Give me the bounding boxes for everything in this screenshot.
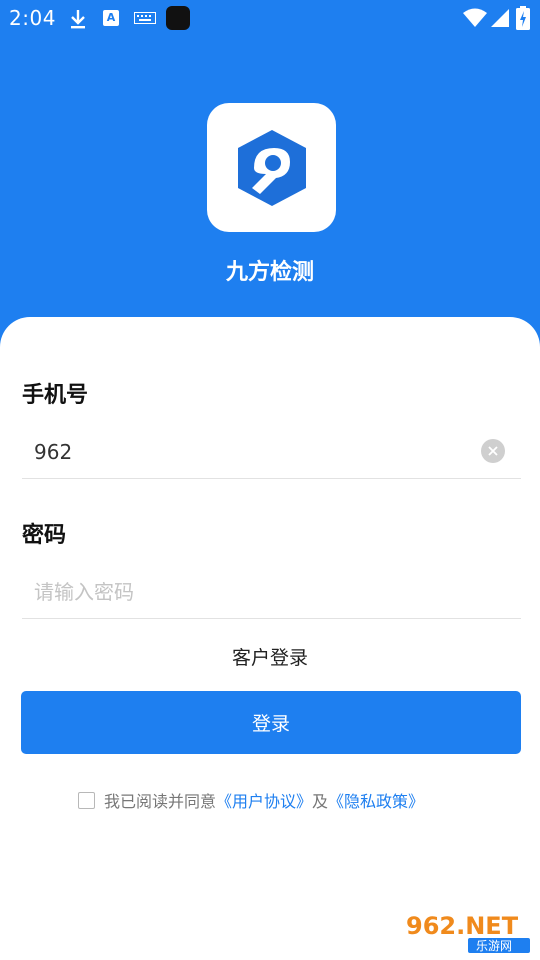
wifi-icon (463, 8, 487, 27)
app-name: 九方检测 (225, 260, 314, 285)
login-sheet (0, 317, 540, 960)
phone-label: 手机号 (22, 383, 89, 408)
privacy-policy-link[interactable]: 《隐私政策》 (328, 788, 424, 812)
agreement-checkbox[interactable] (78, 791, 95, 809)
login-button[interactable]: 登录 (21, 691, 521, 754)
password-label: 密码 (22, 523, 67, 548)
password-input-row (22, 568, 521, 619)
customer-login-link[interactable]: 客户登录 (0, 643, 540, 670)
watermark-top: 962.NET (406, 912, 519, 940)
battery-charging-icon (516, 6, 530, 30)
status-time: 2:04 (9, 6, 56, 30)
nine-hexagon-logo-icon (237, 129, 306, 206)
close-icon (488, 446, 498, 456)
download-icon (71, 10, 85, 29)
keyboard-icon (134, 12, 156, 24)
clear-phone-button[interactable] (481, 439, 505, 463)
watermark-logo: 962.NET 乐游网 (406, 912, 530, 953)
agreement-row: 我已阅读并同意 《用户协议》 及 《隐私政策》 (78, 788, 424, 812)
user-agreement-link[interactable]: 《用户协议》 (216, 788, 312, 812)
a-notification-icon: A (103, 10, 119, 26)
phone-input-row (22, 428, 521, 479)
watermark-bottom: 乐游网 (476, 939, 512, 953)
app-square-icon (166, 6, 190, 30)
app-logo (207, 103, 336, 232)
status-bar: 2:04 A (0, 0, 540, 36)
agreement-prefix: 我已阅读并同意 (104, 792, 217, 811)
password-input[interactable] (34, 576, 474, 608)
phone-input[interactable] (34, 436, 474, 468)
agreement-and: 及 (312, 792, 329, 811)
signal-icon (491, 9, 509, 27)
